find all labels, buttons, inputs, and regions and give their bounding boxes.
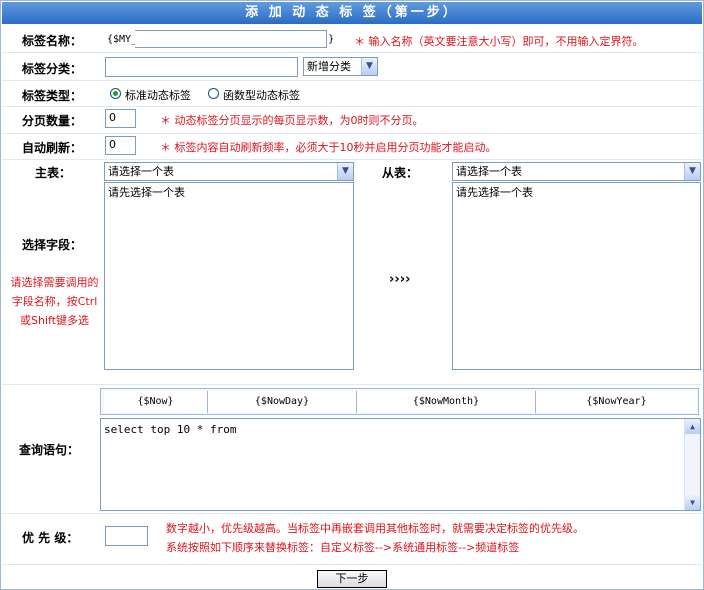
tag-name-label: 标签名称： [22, 34, 83, 48]
priority-hint-line: 数字越小，优先级越高。当标签中再嵌套调用其他标签时，就需要决定标签的优先级。 [166, 522, 584, 535]
sub-table-select-value: 请选择一个表 [456, 165, 522, 178]
priority-label: 优 先 级： [22, 531, 79, 545]
sub-fields-placeholder: 请先选择一个表 [456, 186, 533, 199]
page-size-hint: ＊ 动态标签分页显示的每页显示数，为0时则不分页。 [160, 114, 424, 127]
arrow-connector: ›››› [389, 272, 411, 287]
query-label: 查询语句： [19, 443, 80, 457]
radio-function-label: 函数型动态标签 [223, 89, 300, 102]
page-title: 添 加 动 态 标 签（第一步） [2, 2, 702, 24]
var-nowday-button[interactable]: {$NowDay} [208, 391, 357, 413]
main-table-select-value: 请选择一个表 [108, 165, 174, 178]
auto-refresh-input[interactable]: 0 [105, 136, 136, 155]
category-input[interactable] [105, 57, 298, 77]
page-size-input[interactable]: 0 [105, 109, 136, 128]
page-size-label: 分页数量： [22, 114, 83, 128]
category-label: 标签分类： [22, 62, 83, 76]
fields-hint-line: 请选择需要调用的 [10, 276, 99, 289]
next-step-button[interactable]: 下一步 [317, 570, 387, 588]
query-text: select top 10 * from [104, 423, 237, 436]
page-size-row: 分页数量： 0 ＊ 动态标签分页显示的每页显示数，为0时则不分页。 [2, 107, 702, 134]
dialog-frame: 添 加 动 态 标 签（第一步） 标签名称： {$MY_ } ＊ 输入名称（英文… [0, 0, 704, 590]
query-row: 查询语句： {$Now} {$NowDay} {$NowMonth} {$Now… [2, 385, 702, 514]
tag-name-suffix: } [328, 34, 335, 45]
auto-refresh-hint: ＊ 标签内容自动刷新频率，必须大于10秒并启用分页功能才能启动。 [160, 141, 497, 154]
variable-bar: {$Now} {$NowDay} {$NowMonth} {$NowYear} [100, 388, 699, 415]
radio-function-tag[interactable] [208, 88, 219, 99]
auto-refresh-label: 自动刷新： [22, 141, 83, 155]
fields-hint-line: 字段名称，按Ctrl [11, 295, 98, 308]
tag-name-prefix: {$MY_ [107, 34, 138, 45]
fields-label: 选择字段： [22, 238, 83, 252]
scrollbar[interactable]: ▲ ▼ [684, 419, 700, 510]
radio-standard-label: 标准动态标签 [125, 89, 191, 102]
scroll-up-icon[interactable]: ▲ [685, 419, 700, 434]
main-fields-list[interactable]: 请先选择一个表 [104, 182, 354, 370]
sub-fields-list[interactable]: 请先选择一个表 [452, 182, 701, 370]
fields-hint-line: 或Shift键多选 [19, 314, 89, 327]
var-nowyear-button[interactable]: {$NowYear} [536, 391, 697, 413]
scroll-down-icon[interactable]: ▼ [685, 495, 700, 510]
radio-standard-tag[interactable] [110, 88, 121, 99]
main-table-label: 主表： [35, 166, 72, 180]
priority-input[interactable] [105, 526, 148, 546]
sub-table-select[interactable]: 请选择一个表 ▼ [452, 162, 701, 181]
tag-name-input[interactable] [135, 30, 327, 48]
category-select-value: 新增分类 [307, 60, 351, 73]
tag-name-row: 标签名称： {$MY_ } ＊ 输入名称（英文要注意大小写）即可，不用输入定界符… [2, 25, 702, 53]
main-fields-placeholder: 请先选择一个表 [108, 186, 185, 199]
auto-refresh-row: 自动刷新： 0 ＊ 标签内容自动刷新频率，必须大于10秒并启用分页功能才能启动。 [2, 134, 702, 160]
chevron-down-icon: ▼ [684, 163, 700, 180]
tag-type-row: 标签类型： 标准动态标签 函数型动态标签 [2, 81, 702, 107]
chevron-down-icon: ▼ [361, 58, 377, 75]
table-select-area: 主表： 选择字段： 请选择需要调用的 字段名称，按Ctrl 或Shift键多选 … [2, 160, 702, 385]
query-textarea[interactable]: select top 10 * from ▲ ▼ [100, 418, 701, 511]
tag-name-hint: ＊ 输入名称（英文要注意大小写）即可，不用输入定界符。 [354, 35, 644, 48]
priority-row: 优 先 级： 数字越小，优先级越高。当标签中再嵌套调用其他标签时，就需要决定标签… [2, 514, 702, 563]
main-table-select[interactable]: 请选择一个表 ▼ [104, 162, 354, 181]
priority-hint: 数字越小，优先级越高。当标签中再嵌套调用其他标签时，就需要决定标签的优先级。 系… [166, 519, 584, 557]
fields-hint: 请选择需要调用的 字段名称，按Ctrl 或Shift键多选 [6, 273, 103, 330]
sub-table-label: 从表： [382, 166, 419, 180]
category-row: 标签分类： 新增分类 ▼ [2, 53, 702, 81]
tag-type-label: 标签类型： [22, 89, 83, 103]
category-select[interactable]: 新增分类 ▼ [303, 57, 378, 76]
chevron-down-icon: ▼ [337, 163, 353, 180]
var-nowmonth-button[interactable]: {$NowMonth} [357, 391, 536, 413]
var-now-button[interactable]: {$Now} [104, 391, 208, 413]
priority-hint-line: 系统按照如下顺序来替换标签：自定义标签-->系统通用标签-->频道标签 [166, 541, 520, 554]
footer: 下一步 [2, 564, 702, 590]
